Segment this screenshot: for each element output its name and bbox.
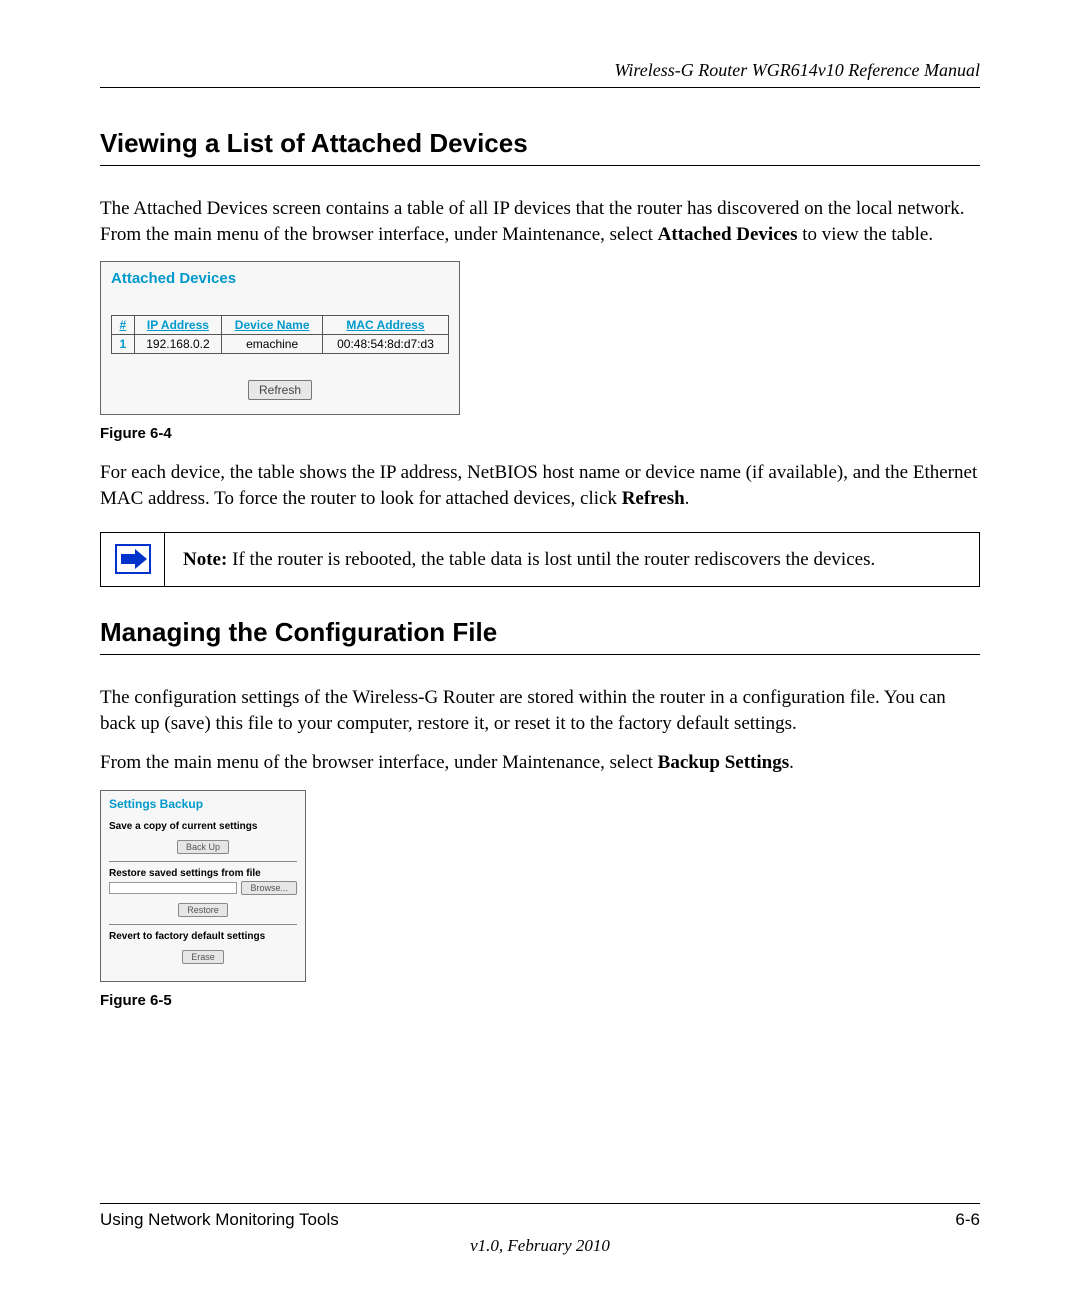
backup-button[interactable]: Back Up	[177, 840, 229, 854]
note-text: Note: If the router is rebooted, the tab…	[165, 533, 979, 587]
section1-para2-bold: Refresh	[622, 488, 685, 509]
page-header: Wireless-G Router WGR614v10 Reference Ma…	[100, 60, 980, 88]
note-icon-cell	[101, 533, 165, 587]
section2-para2: From the main menu of the browser interf…	[100, 750, 980, 776]
col-num: #	[112, 316, 135, 335]
figure-6-5-caption: Figure 6-5	[100, 992, 980, 1009]
section2-para2-bold: Backup Settings	[658, 752, 789, 773]
cell-name: emachine	[222, 335, 323, 354]
section1-para2-pre: For each device, the table shows the IP …	[100, 462, 977, 509]
note-label: Note:	[183, 549, 227, 570]
save-copy-label: Save a copy of current settings	[109, 821, 297, 832]
section1-para2-post: .	[685, 488, 690, 509]
restore-label: Restore saved settings from file	[109, 868, 297, 879]
settings-backup-panel: Settings Backup Save a copy of current s…	[100, 790, 306, 982]
note-body: If the router is rebooted, the table dat…	[227, 549, 875, 570]
section-heading-attached-devices: Viewing a List of Attached Devices	[100, 128, 980, 166]
table-header-row: # IP Address Device Name MAC Address	[112, 316, 449, 335]
cell-ip: 192.168.0.2	[134, 335, 222, 354]
attached-devices-panel: Attached Devices # IP Address Device Nam…	[100, 261, 460, 415]
footer-left: Using Network Monitoring Tools	[100, 1210, 339, 1230]
cell-mac: 00:48:54:8d:d7:d3	[322, 335, 448, 354]
section1-para1-post: to view the table.	[797, 224, 933, 245]
settings-backup-title: Settings Backup	[109, 797, 297, 811]
restore-file-input[interactable]	[109, 882, 237, 894]
restore-button[interactable]: Restore	[178, 903, 228, 917]
table-row: 1 192.168.0.2 emachine 00:48:54:8d:d7:d3	[112, 335, 449, 354]
section1-para1: The Attached Devices screen contains a t…	[100, 196, 980, 247]
col-ip: IP Address	[134, 316, 222, 335]
divider	[109, 861, 297, 862]
erase-button[interactable]: Erase	[182, 950, 224, 964]
divider	[109, 924, 297, 925]
note-box: Note: If the router is rebooted, the tab…	[100, 532, 980, 588]
attached-devices-table: # IP Address Device Name MAC Address 1 1…	[111, 315, 449, 354]
col-mac: MAC Address	[322, 316, 448, 335]
page-footer: Using Network Monitoring Tools 6-6 v1.0,…	[100, 1203, 980, 1256]
section1-para2: For each device, the table shows the IP …	[100, 460, 980, 511]
section-heading-config-file: Managing the Configuration File	[100, 617, 980, 655]
browse-button[interactable]: Browse...	[241, 881, 297, 895]
section2-para2-pre: From the main menu of the browser interf…	[100, 752, 658, 773]
section1-para1-bold: Attached Devices	[658, 224, 798, 245]
footer-right: 6-6	[955, 1210, 980, 1230]
section2-para1: The configuration settings of the Wirele…	[100, 685, 980, 736]
figure-6-4-caption: Figure 6-4	[100, 425, 980, 442]
section2-para2-post: .	[789, 752, 794, 773]
col-name: Device Name	[222, 316, 323, 335]
manual-title: Wireless-G Router WGR614v10 Reference Ma…	[614, 60, 980, 80]
footer-center: v1.0, February 2010	[100, 1236, 980, 1256]
revert-label: Revert to factory default settings	[109, 931, 297, 942]
attached-devices-title: Attached Devices	[111, 270, 449, 287]
cell-num: 1	[112, 335, 135, 354]
arrow-right-icon	[115, 544, 151, 574]
refresh-button[interactable]: Refresh	[248, 380, 312, 400]
